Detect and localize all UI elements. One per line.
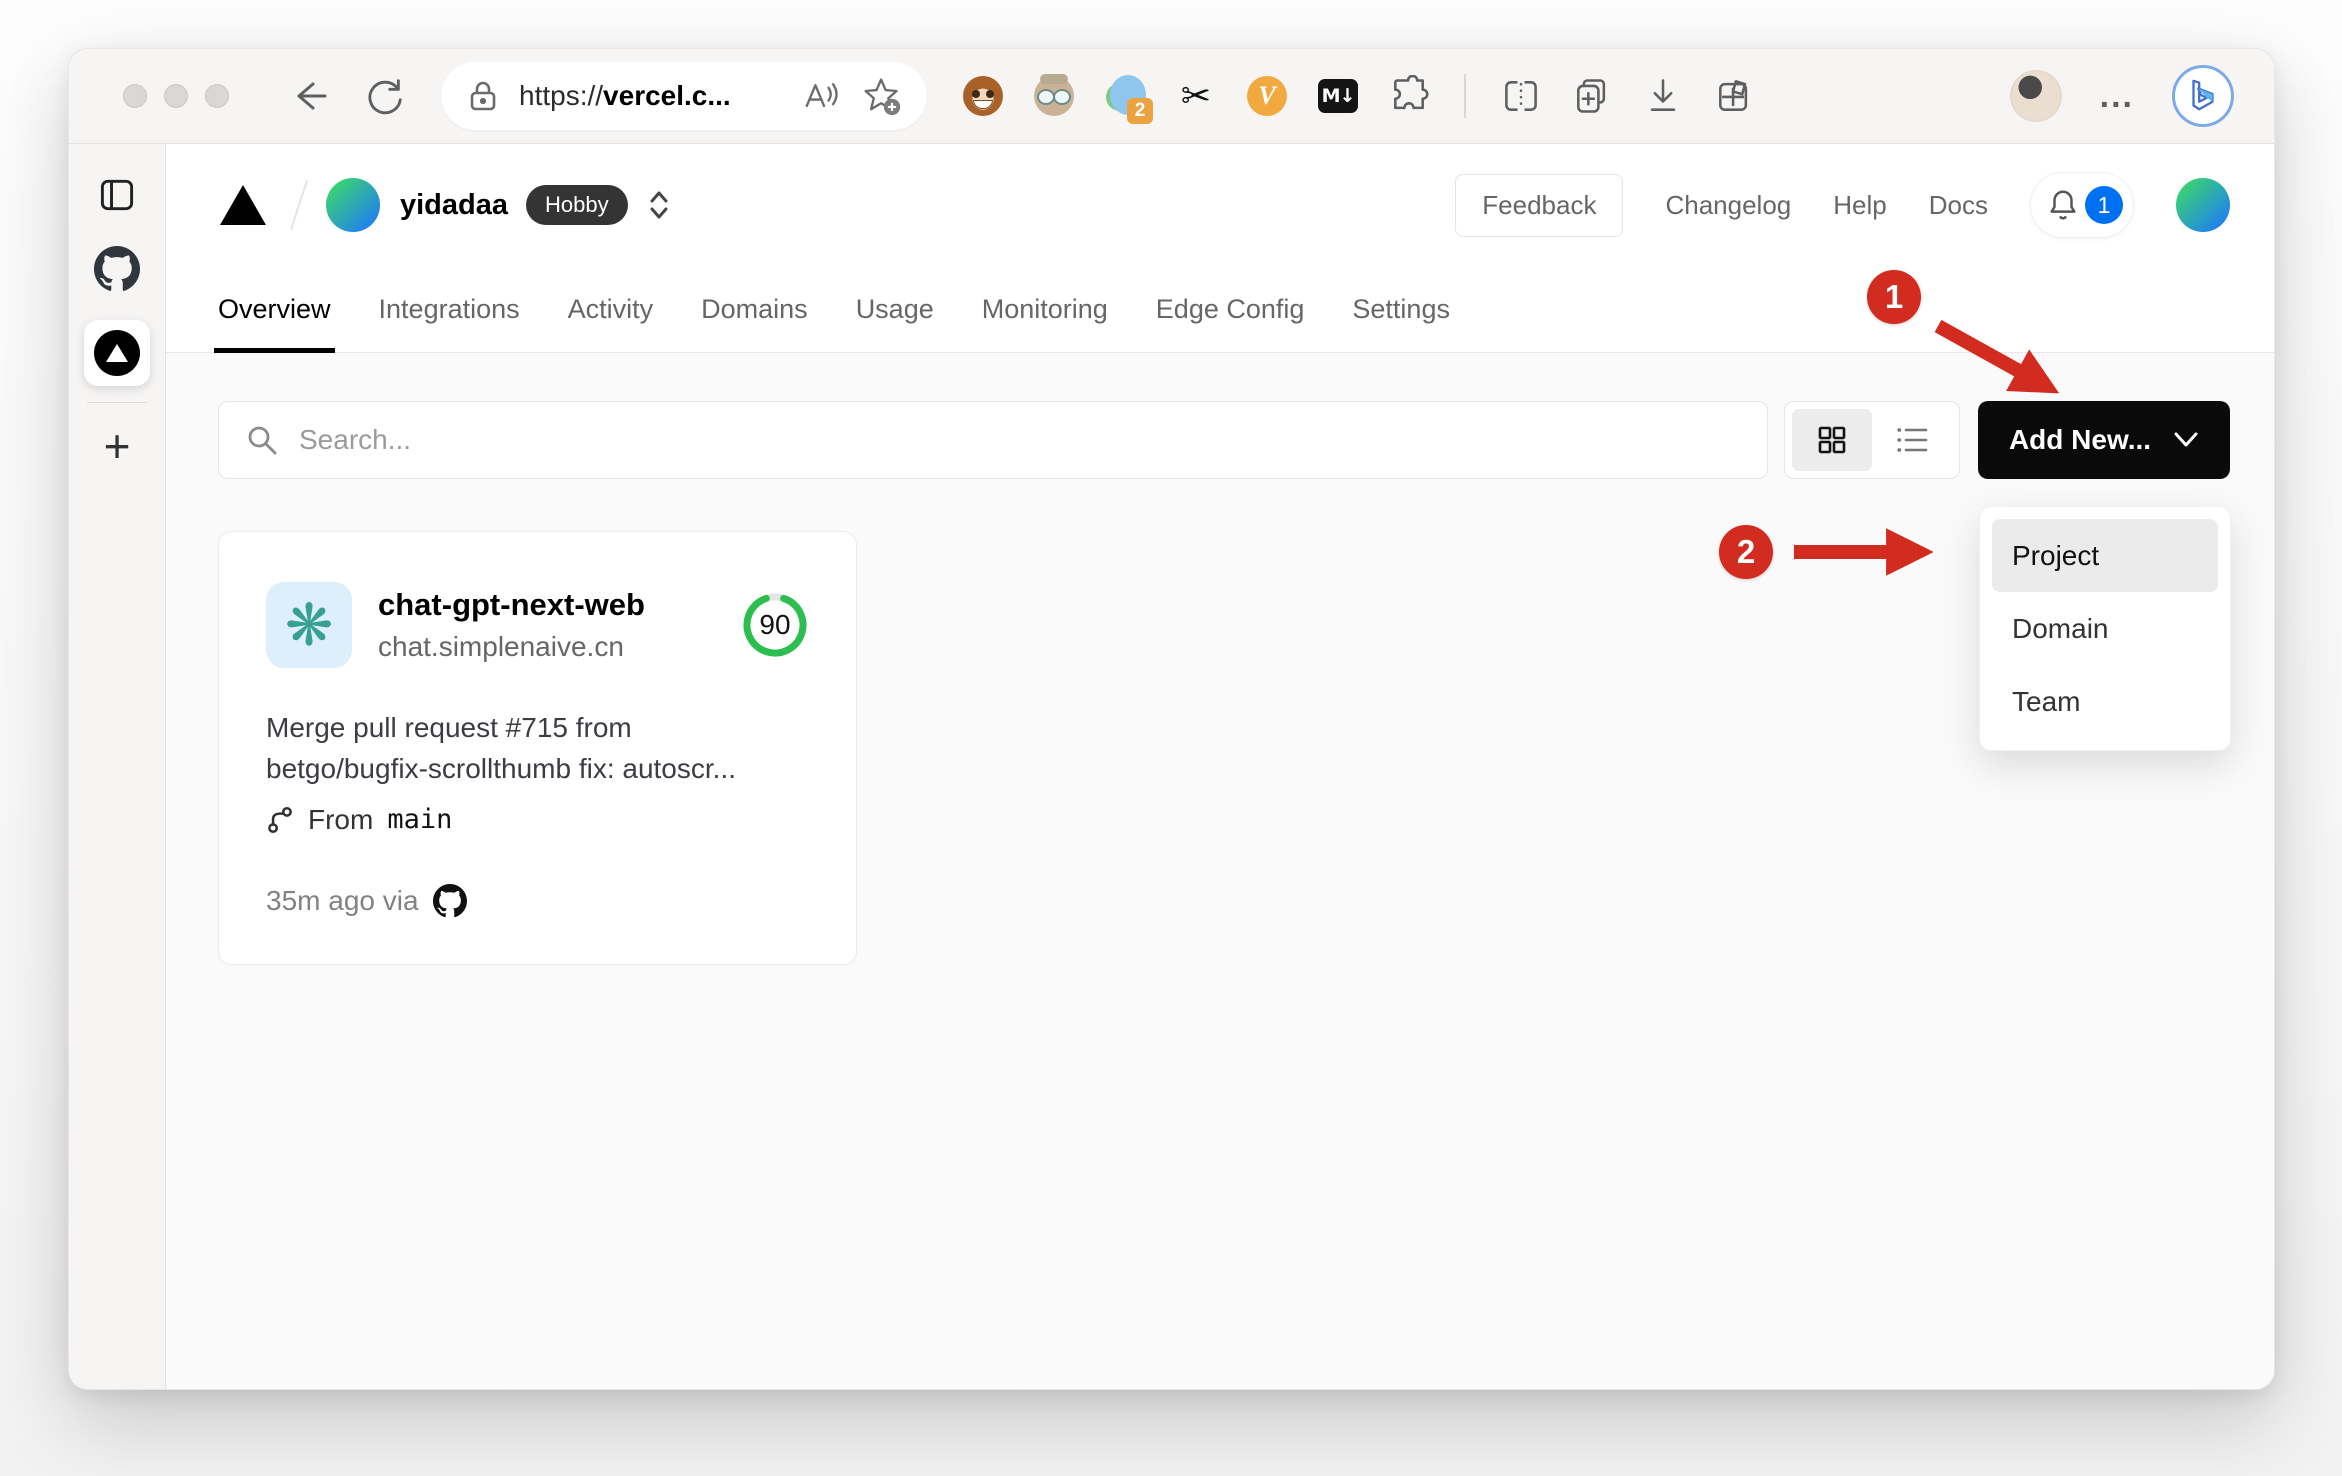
git-branch-icon	[268, 806, 292, 833]
tab-usage[interactable]: Usage	[856, 266, 934, 352]
tab-monitoring[interactable]: Monitoring	[982, 266, 1108, 352]
proxy-extension-icon[interactable]: 2	[1103, 74, 1153, 124]
search-input[interactable]	[299, 424, 1743, 456]
add-new-button[interactable]: Add New...	[1978, 401, 2230, 479]
reload-icon	[368, 79, 402, 115]
apps-grid-icon[interactable]	[1712, 74, 1756, 118]
search-icon	[248, 426, 277, 455]
close-window-button[interactable]	[123, 84, 147, 108]
browser-profile-avatar[interactable]	[2009, 70, 2062, 122]
analytics-score-ring[interactable]: 90	[740, 590, 810, 660]
read-aloud-icon[interactable]	[799, 78, 839, 114]
new-tab-button[interactable]: +	[104, 423, 131, 469]
docs-link[interactable]: Docs	[1929, 190, 1988, 221]
team-switcher-button[interactable]	[644, 188, 674, 222]
github-icon	[432, 883, 467, 917]
v-extension-icon[interactable]: V	[1245, 74, 1289, 118]
add-new-label: Add New...	[2008, 424, 2152, 455]
team-avatar[interactable]	[326, 178, 380, 232]
address-bar[interactable]: https://vercel.c...	[441, 62, 927, 130]
vercel-page: yidadaa Hobby Feedback Changelog Help Do…	[166, 144, 2274, 1389]
vercel-triangle-icon	[106, 344, 128, 362]
sidebar-toggle-icon[interactable]	[96, 174, 138, 216]
team-name[interactable]: yidadaa	[400, 189, 508, 222]
back-arrow-icon	[297, 82, 327, 110]
downloads-icon[interactable]	[1641, 74, 1685, 118]
chevron-updown-icon	[650, 191, 668, 219]
bing-logo	[2192, 79, 2214, 111]
commit-message: Merge pull request #715 from betgo/bugfi…	[266, 712, 736, 784]
tab-settings[interactable]: Settings	[1352, 266, 1450, 352]
dropdown-item-project[interactable]: Project	[1992, 519, 2218, 592]
list-view-icon	[1897, 428, 1928, 452]
back-button[interactable]	[285, 72, 333, 120]
markdown-download-extension-icon[interactable]: M↓	[1316, 74, 1360, 118]
add-new-dropdown: Project Domain Team	[1979, 506, 2231, 751]
browser-sidebar: +	[69, 144, 166, 1389]
traffic-lights	[123, 84, 229, 108]
notification-count-badge: 1	[2085, 186, 2123, 224]
search-bar[interactable]	[218, 401, 1768, 479]
reload-button[interactable]	[361, 72, 409, 120]
annotation-step-2: 2	[1719, 525, 1773, 579]
zoom-window-button[interactable]	[205, 84, 229, 108]
notifications-button[interactable]: 1	[2030, 172, 2134, 238]
tampermonkey-extension-icon[interactable]	[961, 74, 1005, 118]
github-tab-icon[interactable]	[94, 246, 140, 292]
grid-view-icon	[1818, 426, 1846, 454]
project-name[interactable]: chat-gpt-next-web	[378, 587, 645, 623]
changelog-link[interactable]: Changelog	[1665, 190, 1791, 221]
project-openai-icon: ❋	[266, 582, 352, 668]
user-avatar[interactable]	[2176, 178, 2230, 232]
dashboard-content: Add New... ❋ chat-gpt-next-web chat.simp…	[166, 353, 2274, 1389]
dashboard-tabs: Overview Integrations Activity Domains U…	[214, 266, 2230, 353]
extension-badge: 2	[1127, 98, 1153, 124]
split-screen-icon[interactable]	[1499, 74, 1543, 118]
tab-overview[interactable]: Overview	[214, 266, 335, 353]
toolbar-divider	[1464, 74, 1466, 118]
dropdown-item-domain[interactable]: Domain	[1992, 592, 2218, 665]
score-value: 90	[759, 609, 791, 640]
bell-icon	[2050, 190, 2076, 220]
collections-add-icon[interactable]	[1570, 74, 1614, 118]
sidebar-divider	[87, 402, 147, 403]
favorites-star-icon[interactable]	[861, 76, 903, 116]
url-text: https://vercel.c...	[519, 80, 731, 111]
deploy-meta: 35m ago via	[266, 884, 419, 916]
bing-chat-icon[interactable]	[2172, 65, 2234, 127]
from-label: From	[308, 803, 374, 835]
feedback-button[interactable]: Feedback	[1455, 173, 1624, 237]
tab-edge-config[interactable]: Edge Config	[1156, 266, 1305, 352]
vercel-logo[interactable]	[218, 183, 268, 227]
project-card[interactable]: ❋ chat-gpt-next-web chat.simplenaive.cn …	[218, 531, 857, 965]
chevron-down-icon	[2174, 432, 2198, 447]
toolbar-right: ...	[2009, 65, 2234, 127]
dropdown-item-team[interactable]: Team	[1992, 665, 2218, 738]
tab-activity[interactable]: Activity	[568, 266, 654, 352]
lock-icon	[470, 81, 496, 111]
grid-view-button[interactable]	[1792, 409, 1872, 471]
list-view-button[interactable]	[1872, 409, 1952, 471]
clipper-extension-icon[interactable]: ✂	[1174, 74, 1218, 118]
extensions-puzzle-icon[interactable]	[1387, 74, 1431, 118]
breadcrumb-slash	[290, 179, 308, 231]
tab-integrations[interactable]: Integrations	[379, 266, 520, 352]
view-toggle	[1784, 401, 1960, 479]
browser-window: https://vercel.c... 2 ✂ V M↓ ... + yidad…	[68, 48, 2275, 1390]
vercel-tab-active[interactable]	[84, 320, 150, 386]
tab-domains[interactable]: Domains	[701, 266, 808, 352]
annotation-step-1: 1	[1867, 270, 1921, 324]
plan-badge: Hobby	[526, 185, 628, 225]
minimize-window-button[interactable]	[164, 84, 188, 108]
project-domain[interactable]: chat.simplenaive.cn	[378, 631, 645, 663]
extensions-row: 2 ✂ V M↓	[961, 74, 1756, 124]
vercel-header: yidadaa Hobby Feedback Changelog Help Do…	[166, 144, 2274, 353]
browser-menu-button[interactable]: ...	[2100, 77, 2134, 116]
branch-name[interactable]: main	[387, 804, 452, 835]
avatar-extension-icon[interactable]	[1032, 74, 1076, 118]
help-link[interactable]: Help	[1833, 190, 1886, 221]
browser-toolbar: https://vercel.c... 2 ✂ V M↓ ...	[69, 49, 2274, 144]
